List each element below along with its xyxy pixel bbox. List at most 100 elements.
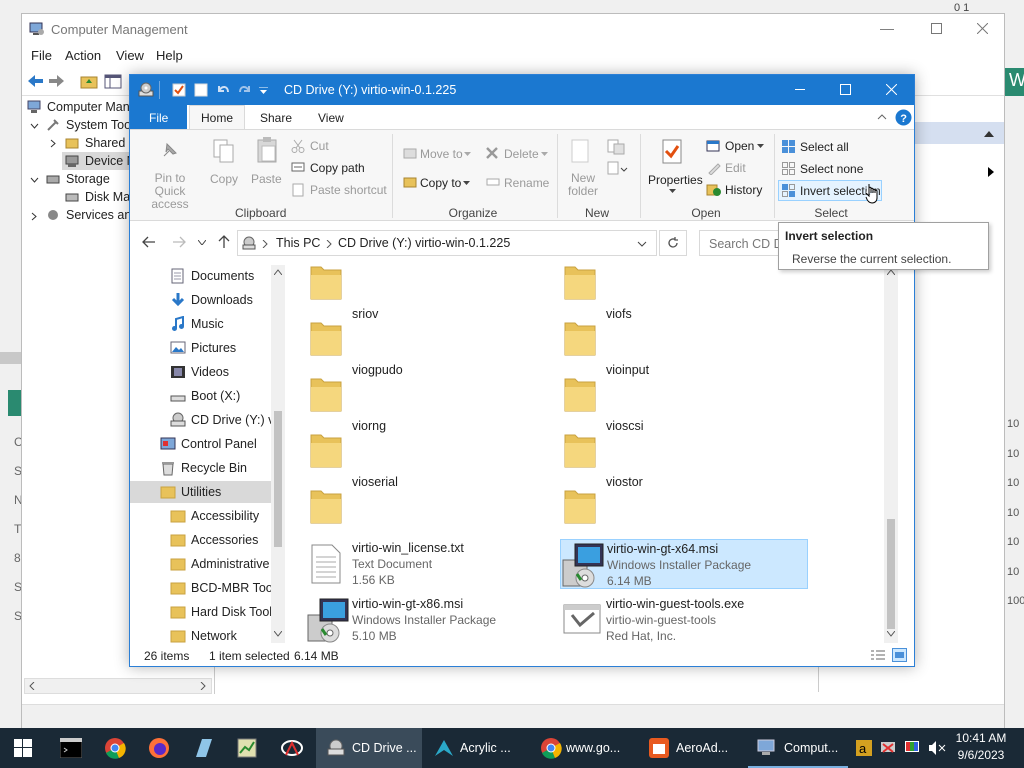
customize-qat-icon[interactable] — [259, 87, 268, 94]
properties-button[interactable]: Properties — [648, 173, 703, 187]
search-box[interactable]: Search CD Dr — [699, 230, 779, 256]
chart-app-icon[interactable] — [236, 737, 258, 759]
large-icons-view-icon[interactable] — [892, 648, 907, 662]
forward-arrow-icon[interactable] — [48, 73, 66, 89]
address-dropdown-icon[interactable] — [637, 241, 647, 247]
copy-to-button[interactable]: Copy to — [420, 176, 461, 190]
select-none-button[interactable]: Select none — [800, 162, 863, 176]
rename-button[interactable]: Rename — [504, 176, 549, 190]
file-item-virtio-win-gt-x86-msi[interactable]: virtio-win-gt-x86.msi Windows Installer P… — [306, 595, 554, 643]
up-arrow-icon[interactable] — [217, 235, 231, 249]
cm-titlebar[interactable]: Computer Management — — [22, 14, 1004, 44]
file-item-sriov[interactable]: sriov — [306, 307, 554, 363]
explorer-maximize-button[interactable] — [840, 84, 851, 95]
details-view-icon[interactable] — [870, 649, 886, 661]
show-hide-tree-icon[interactable] — [104, 73, 122, 89]
network-status-icon[interactable] — [880, 740, 896, 756]
recent-locations-icon[interactable] — [198, 240, 206, 245]
file-item-vioscsi[interactable]: vioscsi — [560, 419, 808, 475]
font-tray-icon[interactable]: a — [856, 740, 872, 756]
explorer-titlebar[interactable]: CD Drive (Y:) virtio-win-0.1.225 — [130, 75, 914, 105]
command-prompt-icon[interactable] — [60, 738, 82, 758]
move-to-button[interactable]: Move to — [420, 147, 463, 161]
pin-to-quick-access-button[interactable]: Pin to Quick access — [138, 172, 202, 211]
delete-button[interactable]: Delete — [504, 147, 539, 161]
clock[interactable]: 10:41 AM 9/6/2023 — [948, 731, 1014, 762]
file-item-smbus[interactable]: smbus — [560, 265, 808, 307]
cut-button[interactable]: Cut — [310, 139, 329, 153]
tree-services[interactable]: Services and — [66, 208, 138, 222]
tree-collapsed-icon[interactable] — [49, 139, 58, 148]
file-item-viogpudo[interactable]: viogpudo — [306, 363, 554, 419]
taskbar-chrome[interactable]: www.go... — [530, 728, 636, 768]
tab-share[interactable]: Share — [260, 111, 292, 125]
file-item-viofs[interactable]: viofs — [560, 307, 808, 363]
file-item-viostor[interactable]: viostor — [560, 475, 808, 531]
tree-system-tools[interactable]: System Tool — [66, 118, 134, 132]
file-scrollbar[interactable] — [884, 265, 898, 643]
scroll-up-icon[interactable] — [274, 269, 282, 275]
scroll-down-icon[interactable] — [274, 631, 282, 637]
tree-expanded-icon[interactable] — [30, 122, 39, 131]
history-button[interactable]: History — [725, 183, 762, 197]
back-arrow-icon[interactable] — [142, 236, 156, 248]
dropdown-arrow-icon[interactable] — [463, 181, 470, 185]
file-item-vioinput[interactable]: vioinput — [560, 363, 808, 419]
file-item-vioserial[interactable]: vioserial — [306, 475, 554, 531]
file-scroll-thumb[interactable] — [887, 519, 895, 629]
taskbar-computer-management[interactable]: Comput... — [748, 728, 848, 768]
paste-button[interactable]: Paste — [251, 172, 282, 186]
dropdown-arrow-icon[interactable] — [541, 152, 548, 156]
edit-button[interactable]: Edit — [725, 161, 746, 175]
display-tray-icon[interactable] — [904, 740, 920, 756]
firefox-icon[interactable] — [148, 737, 170, 759]
file-item-viorng[interactable]: viorng — [306, 419, 554, 475]
cm-tree-hscrollbar[interactable] — [24, 678, 212, 694]
dropdown-arrow-icon[interactable] — [757, 144, 764, 148]
refresh-button[interactable] — [659, 230, 687, 256]
copy-button[interactable]: Copy — [210, 172, 238, 186]
nav-scrollbar[interactable] — [271, 265, 285, 643]
cm-maximize-button[interactable] — [931, 23, 942, 34]
breadcrumb-separator-icon[interactable] — [326, 240, 332, 248]
new-folder-button[interactable]: New folder — [566, 172, 600, 198]
taskbar-cd-drive[interactable]: CD Drive ... — [316, 728, 422, 768]
tree-expanded-icon[interactable] — [30, 176, 39, 185]
cm-menu-action[interactable]: Action — [65, 48, 101, 63]
paste-shortcut-button[interactable]: Paste shortcut — [310, 183, 387, 197]
address-bar[interactable]: This PC CD Drive (Y:) virtio-win-0.1.225 — [237, 230, 657, 256]
tree-storage[interactable]: Storage — [66, 172, 110, 186]
cm-minimize-button[interactable]: — — [880, 20, 894, 36]
redo-icon[interactable] — [238, 83, 252, 97]
nav-scroll-thumb[interactable] — [274, 411, 282, 547]
forward-arrow-icon[interactable] — [172, 236, 186, 248]
search-input[interactable]: Search CD Dr — [709, 237, 778, 251]
explorer-window[interactable]: CD Drive (Y:) virtio-win-0.1.225 File Ho… — [129, 74, 915, 667]
breadcrumb-separator-icon[interactable] — [262, 240, 268, 248]
tab-file[interactable]: File — [149, 111, 168, 125]
tab-home[interactable]: Home — [201, 111, 233, 125]
minimize-ribbon-icon[interactable] — [877, 114, 887, 120]
cm-menu-file[interactable]: File — [31, 48, 52, 63]
folder-up-icon[interactable] — [80, 73, 98, 89]
open-button[interactable]: Open — [725, 139, 754, 153]
cm-close-button[interactable] — [977, 23, 988, 34]
network-tool-icon[interactable] — [280, 737, 304, 759]
scroll-left-icon[interactable] — [28, 682, 36, 690]
taskbar-aeroadmin[interactable]: AeroAd... — [640, 728, 744, 768]
file-item-virtio-win-license-txt[interactable]: virtio-win_license.txt Text Document 1.56 … — [306, 539, 554, 589]
dropdown-arrow-icon[interactable] — [669, 189, 676, 193]
collapse-up-icon[interactable] — [984, 130, 994, 137]
more-actions-arrow-icon[interactable] — [988, 167, 995, 177]
start-windows-icon[interactable] — [14, 739, 32, 757]
dropdown-arrow-icon[interactable] — [464, 152, 471, 156]
chrome-icon[interactable] — [104, 737, 126, 759]
notepad-icon[interactable] — [192, 737, 214, 759]
properties-check-icon[interactable] — [172, 83, 186, 97]
new-folder-qat-icon[interactable] — [194, 83, 208, 97]
file-item-virtio-win-gt-x64-msi[interactable]: virtio-win-gt-x64.msi Windows Installer P… — [560, 539, 808, 589]
volume-muted-icon[interactable] — [928, 740, 946, 756]
cm-menu-view[interactable]: View — [116, 48, 144, 63]
taskbar-acrylic[interactable]: Acrylic ... — [424, 728, 524, 768]
tree-computer-management[interactable]: Computer Man — [47, 100, 130, 114]
